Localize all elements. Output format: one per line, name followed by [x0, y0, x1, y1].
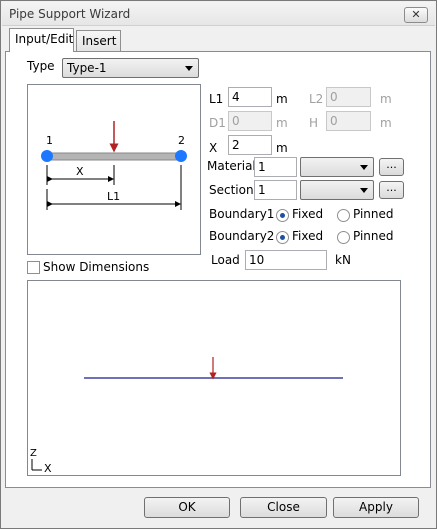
tab-insert[interactable]: Insert: [76, 30, 121, 51]
type-select-value: Type-1: [67, 61, 107, 75]
sketch-beam: [46, 152, 182, 161]
material-label: Material: [207, 159, 256, 173]
d1-unit: m: [276, 116, 288, 130]
preview-canvas-svg: Z X: [30, 357, 343, 475]
boundary2-fixed-radio[interactable]: [276, 231, 289, 244]
x-input[interactable]: 2: [228, 135, 272, 155]
sketch-node-2-label: 2: [178, 134, 185, 147]
h-label: H: [309, 116, 319, 130]
h-unit: m: [380, 116, 392, 130]
boundary1-pinned-label: Pinned: [353, 207, 394, 221]
x-label: X: [209, 141, 218, 155]
d1-input[interactable]: 0: [228, 111, 272, 131]
l1-label: L1: [209, 92, 224, 106]
close-window-icon[interactable]: ✕: [404, 7, 428, 23]
sketch-node-2: [175, 150, 187, 162]
h-input[interactable]: 0: [326, 111, 371, 131]
l1-input[interactable]: 4: [228, 87, 272, 107]
boundary2-pinned-label: Pinned: [353, 229, 394, 243]
ok-button[interactable]: OK: [144, 497, 230, 518]
axis-x-label: X: [44, 462, 52, 475]
chevron-down-icon: [185, 66, 193, 71]
chevron-down-icon: [360, 188, 368, 193]
support-sketch-svg: 1 2 X L1: [41, 121, 187, 210]
boundary1-fixed-radio[interactable]: [276, 209, 289, 222]
l2-label: L2: [309, 92, 324, 106]
window-title: Pipe Support Wizard: [9, 7, 131, 21]
close-button[interactable]: Close: [240, 497, 327, 518]
type-label: Type: [27, 59, 55, 73]
section-label: Section: [209, 183, 254, 197]
load-unit: kN: [335, 253, 351, 267]
section-input[interactable]: 1: [254, 180, 297, 200]
dim-l1-label: L1: [107, 190, 120, 203]
title-bar[interactable]: Pipe Support Wizard ✕: [2, 2, 435, 26]
boundary1-pinned-radio[interactable]: [337, 209, 350, 222]
section-browse-button[interactable]: ...: [379, 181, 404, 199]
load-input[interactable]: 10: [245, 250, 327, 270]
show-dimensions-checkbox[interactable]: [27, 261, 40, 274]
chevron-down-icon: [360, 165, 368, 170]
boundary2-pinned-radio[interactable]: [337, 231, 350, 244]
sketch-node-1-label: 1: [46, 134, 53, 147]
dim-x-label: X: [76, 165, 84, 178]
material-input[interactable]: 1: [254, 157, 297, 177]
preview-canvas[interactable]: Z X: [27, 280, 401, 476]
radio-selected-dot: [280, 213, 285, 218]
l2-input[interactable]: 0: [326, 87, 371, 107]
x-unit: m: [276, 141, 288, 155]
axis-z-label: Z: [30, 448, 37, 459]
boundary2-fixed-label: Fixed: [292, 229, 324, 243]
sketch-node-1: [41, 150, 53, 162]
boundary1-label: Boundary1: [209, 207, 275, 221]
radio-selected-dot: [280, 235, 285, 240]
d1-label: D1: [209, 116, 226, 130]
section-select[interactable]: [300, 180, 374, 200]
l2-unit: m: [380, 92, 392, 106]
boundary1-fixed-label: Fixed: [292, 207, 324, 221]
load-label: Load: [211, 253, 240, 267]
support-sketch: 1 2 X L1: [27, 84, 201, 255]
boundary2-label: Boundary2: [209, 229, 275, 243]
show-dimensions-label: Show Dimensions: [43, 260, 150, 274]
tab-input-edit[interactable]: Input/Edit: [9, 28, 74, 52]
apply-button[interactable]: Apply: [333, 497, 419, 518]
material-browse-button[interactable]: ...: [379, 158, 404, 176]
type-select[interactable]: Type-1: [62, 58, 199, 78]
l1-unit: m: [276, 92, 288, 106]
material-select[interactable]: [300, 157, 374, 177]
